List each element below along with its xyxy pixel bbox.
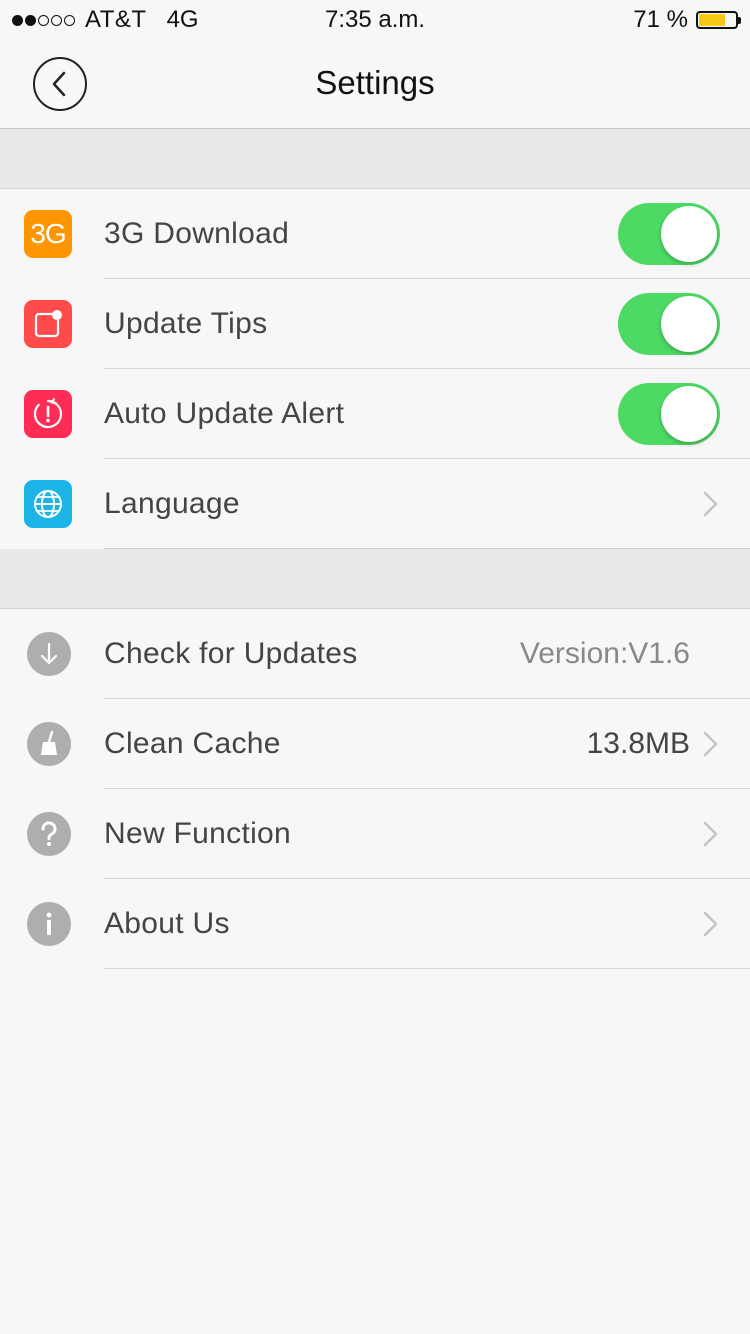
chevron-right-icon	[703, 731, 718, 757]
section-spacer	[0, 549, 750, 609]
section-spacer	[0, 129, 750, 189]
3g-icon: 3G	[24, 210, 72, 258]
chevron-right-icon	[703, 821, 718, 847]
row-divider	[104, 968, 750, 969]
status-right: 71 %	[633, 6, 741, 34]
toggle-knob	[661, 296, 717, 352]
page-title: Settings	[315, 64, 435, 101]
setting-row-3g-download: 3G 3G Download	[0, 189, 750, 279]
download-arrow-icon	[27, 632, 71, 676]
question-icon	[27, 812, 71, 856]
setting-label: Auto Update Alert	[104, 397, 345, 430]
auto-update-alert-toggle[interactable]	[618, 383, 720, 445]
globe-icon	[24, 480, 72, 528]
toggle-knob	[661, 386, 717, 442]
status-bar: AT&T 4G 7:35 a.m. 71 %	[0, 0, 750, 40]
3g-download-toggle[interactable]	[618, 203, 720, 265]
info-glyph	[46, 912, 52, 935]
battery-icon	[696, 11, 741, 29]
battery-percent: 71 %	[633, 6, 688, 33]
info-icon	[27, 902, 71, 946]
setting-label: 3G Download	[104, 217, 290, 250]
cache-size-value: 13.8MB	[586, 727, 690, 760]
setting-row-new-function[interactable]: New Function	[0, 789, 750, 879]
alarm-alert-icon	[24, 390, 72, 438]
setting-label: About Us	[104, 907, 230, 940]
chevron-right-icon	[703, 491, 718, 517]
setting-label: New Function	[104, 817, 292, 850]
navigation-bar: Settings	[0, 40, 750, 129]
setting-row-about-us[interactable]: About Us	[0, 879, 750, 969]
broom-glyph	[41, 730, 57, 755]
badge-square-icon	[34, 310, 62, 338]
update-tips-toggle[interactable]	[618, 293, 720, 355]
version-value: Version:V1.6	[519, 637, 690, 670]
setting-row-update-tips: Update Tips	[0, 279, 750, 369]
setting-label: Check for Updates	[104, 637, 358, 670]
setting-row-language[interactable]: Language	[0, 459, 750, 549]
settings-screen: AT&T 4G 7:35 a.m. 71 % Settings 3G 3G Do…	[0, 0, 750, 1334]
down-arrow-glyph	[40, 642, 58, 665]
broom-icon	[27, 722, 71, 766]
battery-cap	[738, 17, 741, 24]
alarm-clock-icon	[33, 398, 63, 429]
setting-label: Clean Cache	[104, 727, 281, 760]
chevron-right-icon	[703, 911, 718, 937]
3g-icon-text: 3G	[30, 218, 66, 249]
setting-row-check-for-updates[interactable]: Check for Updates Version:V1.6	[0, 609, 750, 699]
setting-row-clean-cache[interactable]: Clean Cache 13.8MB	[0, 699, 750, 789]
update-tips-icon	[24, 300, 72, 348]
setting-label: Language	[104, 487, 240, 520]
setting-row-auto-update-alert: Auto Update Alert	[0, 369, 750, 459]
setting-label: Update Tips	[104, 307, 268, 340]
battery-level-fill	[699, 14, 725, 26]
question-glyph	[41, 821, 57, 846]
globe-glyph	[34, 490, 62, 518]
toggle-knob	[661, 206, 717, 262]
